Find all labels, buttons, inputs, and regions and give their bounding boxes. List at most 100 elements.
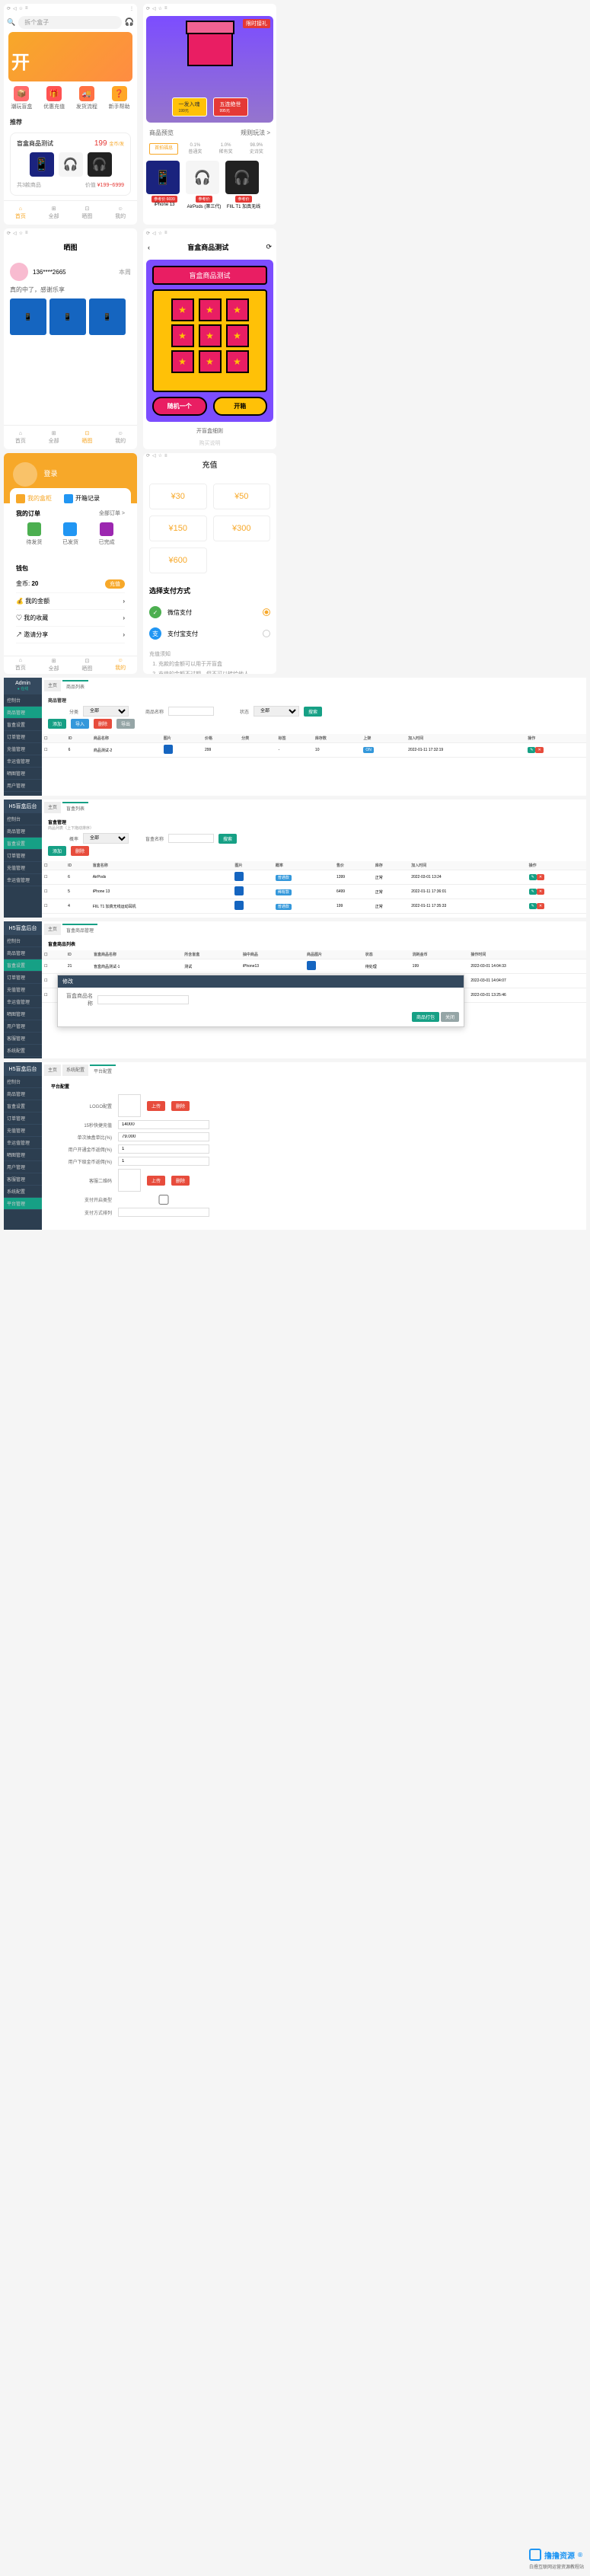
tab-cabinet[interactable]: 我的盒柜	[16, 494, 52, 503]
modal-name-input[interactable]	[97, 995, 189, 1004]
menu-luck[interactable]: 幸运值管理	[4, 1137, 42, 1149]
menu-products[interactable]: 商品管理	[4, 707, 42, 719]
menu-recharge[interactable]: 充值管理	[4, 862, 42, 874]
del-button[interactable]: ✕	[537, 903, 544, 909]
tab-all[interactable]: ⊞全部	[49, 430, 59, 445]
tab-mine[interactable]: ☺我的	[115, 658, 126, 672]
tab-gallery[interactable]: ⊡晒图	[81, 206, 92, 220]
tab-products[interactable]: 商品列表	[62, 680, 88, 691]
box-slot[interactable]: ★	[171, 324, 194, 347]
menu-dashboard[interactable]: 控制台	[4, 1076, 42, 1088]
tab-home[interactable]: 主页	[44, 1065, 61, 1076]
edit-button[interactable]: ✎	[529, 903, 537, 909]
menu-recharge[interactable]: 充值管理	[4, 984, 42, 996]
import-button[interactable]: 导入	[71, 719, 89, 729]
modal-save-button[interactable]: 商品打包	[412, 1012, 439, 1022]
box-slot[interactable]: ★	[226, 298, 249, 321]
toggle[interactable]: ON	[363, 747, 374, 753]
pay-order-input[interactable]	[118, 1208, 209, 1217]
menu-gallery[interactable]: 晒图管理	[4, 1149, 42, 1161]
review-image[interactable]: 📱	[89, 298, 126, 335]
menu-dashboard[interactable]: 控制台	[4, 694, 42, 707]
search-input[interactable]: 拆个盒子	[18, 16, 121, 29]
menu-gallery[interactable]: 晒图管理	[4, 768, 42, 780]
open-button[interactable]: 开箱	[213, 397, 268, 416]
tab-mine[interactable]: ☺我的	[115, 431, 126, 445]
tab-all[interactable]: ⊞全部	[49, 206, 59, 220]
menu-products[interactable]: 商品管理	[4, 947, 42, 959]
refresh-icon[interactable]: ⟳	[266, 243, 272, 251]
menu-luck[interactable]: 幸运值管理	[4, 996, 42, 1008]
menu-orders[interactable]: 订单管理	[4, 850, 42, 862]
edit-button[interactable]: ✎	[529, 874, 537, 880]
random-button[interactable]: 随机一个	[152, 397, 207, 416]
rebate1-input[interactable]	[118, 1144, 209, 1154]
category-select[interactable]: 全部	[83, 706, 129, 717]
upload-button[interactable]: 上传	[147, 1101, 165, 1111]
menu-users[interactable]: 用户管理	[4, 1020, 42, 1033]
product-card[interactable]: 盲盒商品测试 199 金币/发 📱 🎧 🎧 共3款商品 价值 ¥199~6999	[10, 132, 131, 196]
status-pending[interactable]: 待发货	[26, 522, 42, 546]
radio-selected[interactable]	[263, 608, 270, 616]
amount-option[interactable]: ¥300	[213, 516, 271, 541]
edit-button[interactable]: ✎	[528, 747, 535, 753]
box-slot[interactable]: ★	[199, 324, 222, 347]
delete-button[interactable]: 删除	[171, 1101, 190, 1111]
amount-option[interactable]: ¥50	[213, 484, 271, 509]
rate-tab[interactable]: 1.0%稀有奖	[212, 143, 240, 155]
del-button[interactable]: ✕	[537, 889, 544, 895]
review-image[interactable]: 📱	[49, 298, 86, 335]
rebate2-input[interactable]	[118, 1157, 209, 1166]
menu-products[interactable]: 商品管理	[4, 1088, 42, 1100]
amount-option[interactable]: ¥30	[149, 484, 207, 509]
hero-banner[interactable]	[8, 32, 132, 81]
tab-home[interactable]: 主页	[44, 924, 61, 935]
support-icon[interactable]: 🎧	[125, 18, 134, 27]
export-button[interactable]: 导出	[116, 719, 135, 729]
nav-help[interactable]: ❓新手帮助	[109, 86, 130, 110]
delete-button[interactable]: 删除	[71, 846, 89, 856]
menu-users[interactable]: 用户管理	[4, 780, 42, 792]
all-orders-link[interactable]: 全部订单 >	[99, 509, 125, 518]
rate-tab[interactable]: 98.9%史诗奖	[243, 143, 270, 155]
menu-invite[interactable]: ↗ 邀请分享›	[16, 627, 125, 643]
rules-link[interactable]: 开盲盒细则	[143, 425, 276, 437]
add-button[interactable]: 添加	[48, 846, 66, 856]
del-button[interactable]: ✕	[537, 874, 544, 880]
tab-system[interactable]: 系统配置	[62, 1065, 88, 1076]
delete-button[interactable]: 删除	[171, 1176, 190, 1186]
box-slot[interactable]: ★	[226, 324, 249, 347]
tab-home[interactable]: ⌂首页	[15, 431, 26, 445]
status-select[interactable]: 全部	[254, 706, 299, 717]
tab-list[interactable]: 盲盒列表	[62, 802, 88, 813]
menu-blindbox[interactable]: 盲盒设置	[4, 959, 42, 972]
menu-blindbox[interactable]: 盲盒设置	[4, 838, 42, 850]
menu-recharge[interactable]: 充值管理	[4, 743, 42, 755]
radio[interactable]	[263, 630, 270, 637]
prob-select[interactable]: 全部	[83, 833, 129, 844]
product-item[interactable]: 🎧参考价FIIL T1 加真无线	[225, 161, 262, 209]
tab-home[interactable]: 主页	[44, 680, 61, 691]
menu-orders[interactable]: 订单管理	[4, 1112, 42, 1125]
product-item[interactable]: 📱参考价 6699iPhone 13	[146, 161, 183, 209]
search-button[interactable]: 搜索	[218, 834, 237, 844]
del-button[interactable]: ✕	[535, 747, 543, 753]
menu-support[interactable]: 客服管理	[4, 1173, 42, 1186]
tab-home[interactable]: ⌂首页	[15, 658, 26, 672]
tab-gallery[interactable]: ⊡晒图	[81, 430, 92, 445]
amount-option[interactable]: ¥600	[149, 547, 207, 573]
review-image[interactable]: 📱	[10, 298, 46, 335]
menu-products[interactable]: 商品管理	[4, 825, 42, 838]
menu-luck[interactable]: 幸运值管理	[4, 755, 42, 768]
avatar[interactable]	[13, 462, 37, 487]
rate-tab[interactable]: 首拍福息	[149, 143, 178, 155]
pay-wechat[interactable]: ✓ 微信支付	[143, 602, 276, 623]
back-icon[interactable]: ‹	[148, 244, 150, 251]
rules-link[interactable]: 规则玩法 >	[241, 129, 270, 137]
name-input[interactable]	[168, 707, 214, 716]
tab-platform[interactable]: 平台配置	[90, 1065, 116, 1076]
menu-support[interactable]: 客服管理	[4, 1033, 42, 1045]
box-slot[interactable]: ★	[199, 298, 222, 321]
edit-button[interactable]: ✎	[529, 889, 537, 895]
add-button[interactable]: 添加	[48, 719, 66, 729]
